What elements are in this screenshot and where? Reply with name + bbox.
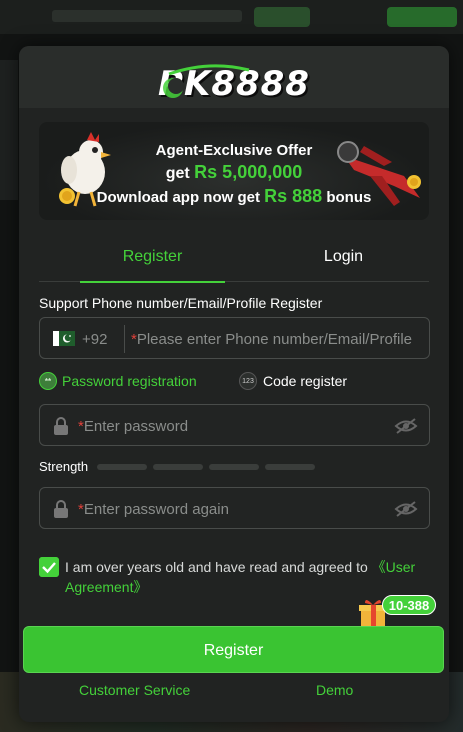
auth-tabs: Register Login (39, 236, 429, 283)
gift-badge[interactable]: 10-388 (382, 595, 436, 615)
modal-header: PK8888 (19, 46, 449, 108)
password-field[interactable]: *Enter password (39, 404, 430, 446)
phone-placeholder-text: Please enter Phone number/Email/Profile (136, 331, 412, 348)
lock-icon (54, 500, 68, 518)
strength-segment (265, 464, 315, 470)
demo-link[interactable]: Demo (316, 682, 353, 698)
eye-off-icon[interactable] (394, 500, 418, 518)
strength-segment (153, 464, 203, 470)
banner-bonus-amount: Rs 888 (264, 186, 323, 206)
option-label: Password registration (62, 373, 197, 389)
banner-bonus-prefix: Download app now get (96, 189, 260, 206)
confirm-password-field[interactable]: *Enter password again (39, 487, 430, 529)
promo-banner[interactable]: Agent-Exclusive Offer get Rs 5,000,000 D… (39, 122, 429, 220)
field-divider (124, 325, 125, 353)
register-method-options: ** Password registration 123 Code regist… (39, 372, 430, 392)
brand-logo: PK8888 (149, 64, 319, 104)
eye-off-icon[interactable] (394, 417, 418, 435)
register-modal: PK8888 Agent-Exclusive Offer get Rs 5,00… (19, 46, 449, 722)
tab-register[interactable]: Register (80, 236, 225, 283)
agreement-row: I am over years old and have read and ag… (39, 555, 430, 597)
red-plane-icon (337, 141, 421, 206)
confirm-password-placeholder-text: Enter password again (83, 501, 229, 518)
strength-label: Strength (39, 459, 89, 474)
country-code[interactable]: +92 (82, 331, 107, 348)
banner-offer-prefix: get (165, 165, 190, 182)
password-option-icon: ** (39, 372, 57, 390)
tab-login[interactable]: Login (271, 236, 416, 282)
strength-segment (97, 464, 147, 470)
background-top-bar (0, 0, 463, 34)
phone-placeholder[interactable]: *Please enter Phone number/Email/Profile (131, 331, 426, 348)
background-button (254, 7, 310, 27)
code-option-icon: 123 (239, 372, 257, 390)
background-button (387, 7, 457, 27)
agreement-text: I am over years old and have read and ag… (65, 557, 425, 597)
strength-segment (209, 464, 259, 470)
background-banner-text (52, 10, 242, 22)
agreement-statement: I am over years old and have read and ag… (65, 559, 368, 575)
register-method-label: Support Phone number/Email/Profile Regis… (39, 295, 323, 311)
option-password-registration[interactable]: ** Password registration (39, 372, 197, 390)
option-code-register[interactable]: 123 Code register (239, 372, 347, 390)
password-placeholder-text: Enter password (83, 418, 189, 435)
background-strip (0, 60, 18, 200)
customer-service-link[interactable]: Customer Service (79, 682, 190, 698)
banner-offer-amount: Rs 5,000,000 (194, 162, 303, 182)
phone-field[interactable]: +92 *Please enter Phone number/Email/Pro… (39, 317, 430, 359)
checkbox-checked-icon[interactable] (39, 557, 59, 577)
confirm-password-placeholder[interactable]: *Enter password again (78, 501, 229, 518)
pakistan-flag-icon (53, 331, 75, 346)
lock-icon (54, 417, 68, 435)
register-button[interactable]: Register (23, 626, 444, 673)
option-label: Code register (263, 373, 348, 389)
password-placeholder[interactable]: *Enter password (78, 418, 188, 435)
password-strength: Strength (39, 458, 339, 474)
logo-swoosh-icon (163, 64, 250, 98)
